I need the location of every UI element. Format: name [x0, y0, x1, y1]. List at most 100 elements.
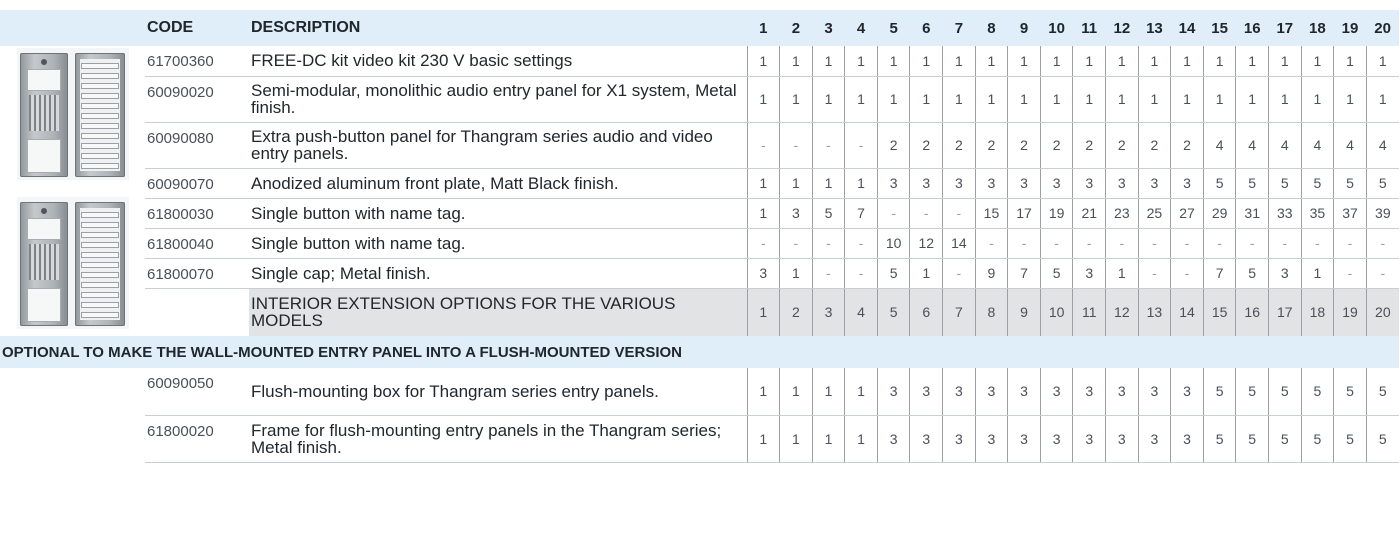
quantity-cell-13: 1: [1137, 76, 1171, 123]
quantity-cell-18: -: [1300, 228, 1334, 259]
quantity-cell-5: 3: [876, 168, 910, 199]
quantity-cell-8: 3: [974, 368, 1008, 416]
quantity-cell-11: -: [1072, 228, 1106, 259]
quantity-cell-16: 5: [1235, 168, 1269, 199]
quantity-cell-10: 3: [1039, 415, 1073, 463]
quantity-cell-6: 1: [909, 258, 943, 289]
product-description: Single button with name tag.: [249, 198, 747, 229]
quantity-cell-19: 5: [1333, 368, 1367, 416]
product-code: 60090050: [145, 368, 249, 416]
quantity-cell-3: 1: [811, 368, 845, 416]
camera-icon: [41, 208, 47, 214]
quantity-cell-16: 5: [1235, 368, 1269, 416]
product-code: 60090080: [145, 122, 249, 169]
quantity-cell-9: 17: [1007, 198, 1041, 229]
quantity-cell-6: 2: [909, 122, 943, 169]
quantity-cell-8: 8: [974, 288, 1008, 336]
header-col-4: 4: [844, 10, 878, 46]
quantity-cell-12: 1: [1105, 258, 1139, 289]
quantity-cell-15: 29: [1202, 198, 1236, 229]
quantity-cell-14: 3: [1170, 168, 1204, 199]
quantity-cell-8: 15: [974, 198, 1008, 229]
quantity-cell-16: 5: [1235, 258, 1269, 289]
image-cell: [0, 368, 145, 415]
product-code: 60090020: [145, 76, 249, 123]
quantity-cell-17: 1: [1268, 46, 1302, 77]
quantity-cell-7: 14: [942, 228, 976, 259]
quantity-cell-12: 3: [1105, 168, 1139, 199]
quantity-cell-15: 4: [1202, 122, 1236, 169]
quantity-cell-7: 2: [942, 122, 976, 169]
quantity-cell-3: 1: [811, 76, 845, 123]
quantity-cell-2: 1: [779, 76, 813, 123]
quantity-cell-5: 3: [876, 415, 910, 463]
quantity-cell-3: -: [811, 258, 845, 289]
quantity-cell-5: 5: [876, 288, 910, 336]
table-row: 60090020 Semi-modular, monolithic audio e…: [0, 76, 1399, 123]
quantity-cell-4: 1: [844, 46, 878, 77]
quantity-cell-18: 5: [1300, 368, 1334, 416]
product-description: Anodized aluminum front plate, Matt Blac…: [249, 168, 747, 199]
quantity-cell-19: 5: [1333, 168, 1367, 199]
quantity-cell-2: 3: [779, 198, 813, 229]
quantity-cell-10: 1: [1039, 76, 1073, 123]
table-row: INTERIOR EXTENSION OPTIONS FOR THE VARIO…: [0, 288, 1399, 336]
quantity-cell-1: 1: [746, 368, 780, 416]
quantity-cell-20: 5: [1365, 415, 1399, 463]
quantity-cell-6: 12: [909, 228, 943, 259]
entry-panel-unit: [20, 202, 68, 326]
quantity-cell-20: 39: [1365, 198, 1399, 229]
quantity-cell-3: 5: [811, 198, 845, 229]
quantity-cell-1: -: [746, 122, 780, 169]
quantity-cell-11: 2: [1072, 122, 1106, 169]
header-col-2: 2: [779, 10, 813, 46]
header-col-6: 6: [909, 10, 943, 46]
header-col-9: 9: [1007, 10, 1041, 46]
quantity-cell-2: -: [779, 122, 813, 169]
header-col-12: 12: [1105, 10, 1139, 46]
quantity-cell-3: 1: [811, 415, 845, 463]
quantity-cell-13: 13: [1137, 288, 1171, 336]
quantity-cell-15: -: [1202, 228, 1236, 259]
quantity-cell-1: 3: [746, 258, 780, 289]
quantity-cell-2: 1: [779, 46, 813, 77]
extension-options-label: INTERIOR EXTENSION OPTIONS FOR THE VARIO…: [249, 288, 747, 336]
quantity-cell-19: 19: [1333, 288, 1367, 336]
image-cell: [0, 415, 145, 462]
quantity-cell-9: 9: [1007, 288, 1041, 336]
quantity-cell-8: 2: [974, 122, 1008, 169]
header-col-16: 16: [1235, 10, 1269, 46]
quantity-cell-11: 3: [1072, 168, 1106, 199]
quantity-cell-9: 3: [1007, 168, 1041, 199]
header-col-14: 14: [1170, 10, 1204, 46]
quantity-cell-16: 31: [1235, 198, 1269, 229]
quantity-cell-19: 5: [1333, 415, 1367, 463]
quantity-cell-9: 7: [1007, 258, 1041, 289]
quantity-cell-18: 35: [1300, 198, 1334, 229]
quantity-cell-6: -: [909, 198, 943, 229]
quantity-cell-2: 1: [779, 258, 813, 289]
quantity-cell-11: 3: [1072, 368, 1106, 416]
quantity-cell-11: 1: [1072, 46, 1106, 77]
quantity-cell-7: -: [942, 198, 976, 229]
quantity-cell-20: -: [1365, 228, 1399, 259]
quantity-cell-5: 1: [876, 76, 910, 123]
header-row: CODE DESCRIPTION 1 2 3 4 5 6 7 8 9 10 11…: [0, 10, 1399, 46]
quantity-cell-8: 9: [974, 258, 1008, 289]
quantity-cell-9: 3: [1007, 368, 1041, 416]
entry-panel-image-1: [17, 48, 129, 180]
entry-panel-unit: [20, 53, 68, 177]
quantity-cell-14: 1: [1170, 46, 1204, 77]
quantity-cell-6: 3: [909, 168, 943, 199]
table-row: 61800040 Single button with name tag. - - - -…: [0, 228, 1399, 259]
table-row: 61800030 Single button with name tag. 1 3 5 7…: [0, 198, 1399, 229]
quantity-cell-15: 5: [1202, 168, 1236, 199]
quantity-cell-18: 5: [1300, 415, 1334, 463]
quantity-cell-19: 4: [1333, 122, 1367, 169]
quantity-cell-19: 1: [1333, 76, 1367, 123]
quantity-cell-14: 14: [1170, 288, 1204, 336]
header-col-10: 10: [1040, 10, 1073, 46]
quantity-cell-7: -: [942, 258, 976, 289]
quantity-cell-12: -: [1105, 228, 1139, 259]
quantity-cell-13: 3: [1137, 368, 1171, 416]
